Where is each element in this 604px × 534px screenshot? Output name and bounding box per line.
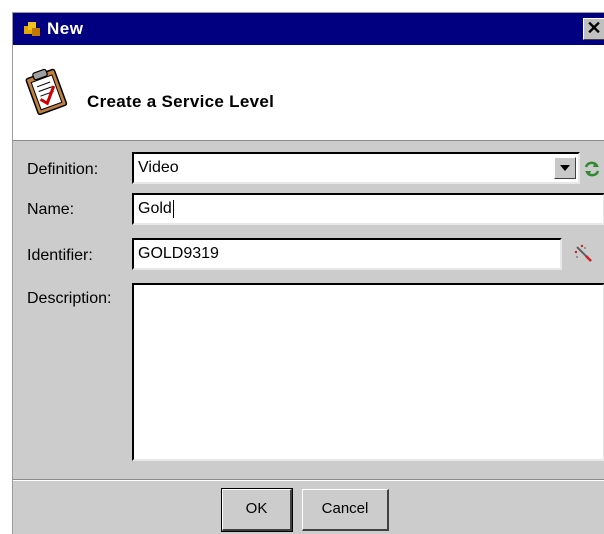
identifier-input[interactable]: GOLD9319: [132, 238, 562, 270]
name-value: Gold: [138, 200, 172, 217]
clipboard-checklist-icon: [25, 68, 68, 115]
identifier-value: GOLD9319: [138, 245, 219, 262]
name-label: Name:: [27, 201, 75, 218]
name-input[interactable]: Gold: [132, 193, 604, 225]
new-dialog: New ✕ Create a Service Level Definition:…: [12, 12, 604, 534]
title-bar[interactable]: New ✕: [13, 13, 604, 45]
definition-dropdown-button[interactable]: [554, 157, 576, 179]
text-caret: [172, 199, 174, 218]
magic-wand-icon[interactable]: [573, 243, 595, 265]
app-icon: [24, 22, 40, 36]
chevron-down-icon: [560, 165, 570, 171]
description-textarea[interactable]: [132, 283, 604, 461]
cancel-button[interactable]: Cancel: [302, 489, 389, 531]
refresh-icon[interactable]: [583, 160, 601, 178]
definition-label: Definition:: [27, 161, 99, 178]
definition-value: Video: [138, 159, 179, 176]
header-banner: Create a Service Level: [13, 45, 604, 141]
dialog-heading: Create a Service Level: [87, 92, 275, 111]
ok-button[interactable]: OK: [221, 488, 293, 532]
identifier-label: Identifier:: [27, 247, 93, 264]
description-label: Description:: [27, 290, 112, 307]
close-icon: ✕: [586, 18, 602, 38]
definition-select[interactable]: Video: [132, 152, 580, 184]
close-button[interactable]: ✕: [583, 18, 604, 40]
window-title: New: [47, 19, 84, 38]
footer-separator: [13, 479, 604, 481]
